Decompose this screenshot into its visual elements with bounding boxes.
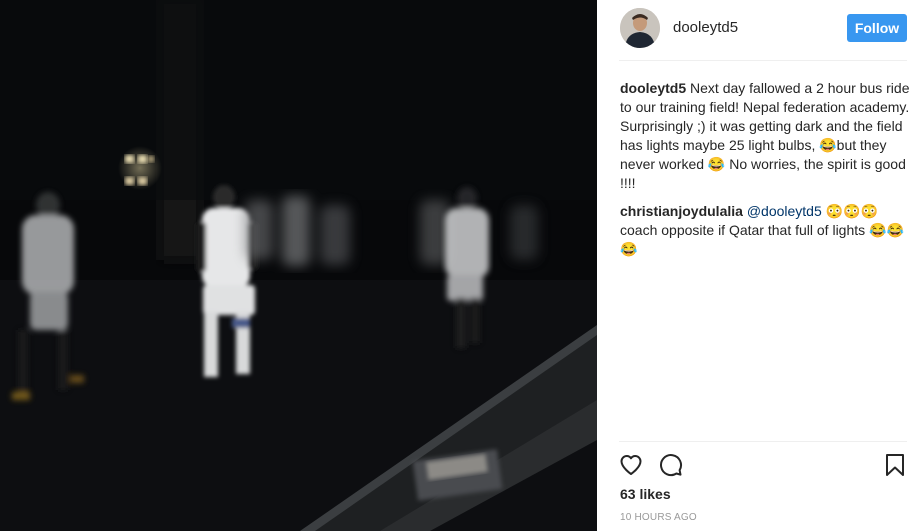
caption: dooleytd5 Next day fallowed a 2 hour bus…: [620, 79, 910, 193]
post-header: dooleytd5 Follow: [597, 0, 911, 60]
post-sidebar: dooleytd5 Follow dooleytd5 Next day fall…: [597, 0, 911, 531]
avatar[interactable]: [620, 8, 660, 48]
follow-button[interactable]: Follow: [847, 14, 907, 42]
profile-photo-icon: [620, 8, 660, 48]
comment-username[interactable]: christianjoydulalia: [620, 203, 743, 219]
caption-username[interactable]: dooleytd5: [620, 80, 686, 96]
comment-mention[interactable]: @dooleytd5: [747, 203, 822, 219]
actions-divider: [619, 441, 907, 442]
heart-icon[interactable]: [619, 453, 643, 482]
likes-count[interactable]: 63 likes: [620, 486, 671, 502]
comment-icon[interactable]: [659, 453, 683, 482]
header-divider: [619, 60, 907, 61]
action-bar: [619, 453, 909, 477]
post-timestamp: 10 HOURS AGO: [620, 512, 697, 523]
instagram-post: dooleytd5 Follow dooleytd5 Next day fall…: [0, 0, 911, 531]
comment-item: christianjoydulalia @dooleytd5 😳😳😳 coach…: [620, 202, 910, 259]
post-author-username[interactable]: dooleytd5: [673, 19, 738, 36]
bookmark-icon[interactable]: [884, 453, 906, 482]
dark-field-photo: [0, 0, 597, 531]
post-photo[interactable]: [0, 0, 597, 531]
comments-section: dooleytd5 Next day fallowed a 2 hour bus…: [620, 79, 910, 268]
caption-text: Next day fallowed a 2 hour bus ride to o…: [620, 80, 910, 191]
